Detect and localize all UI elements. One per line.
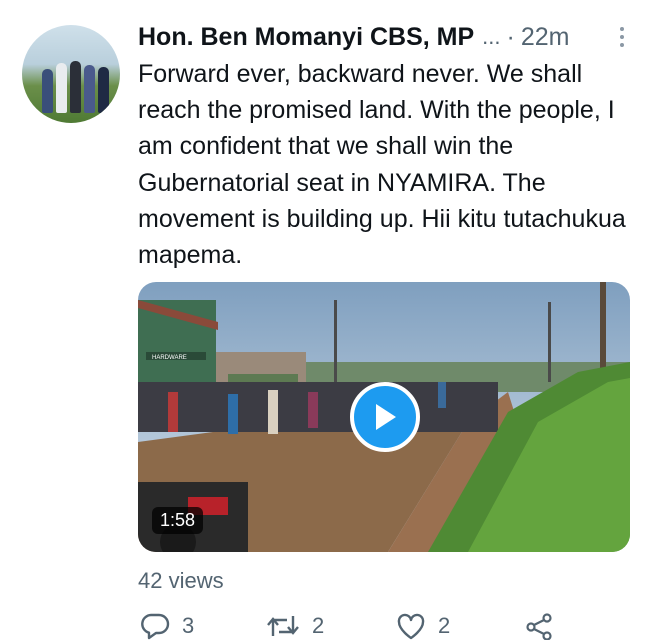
view-count[interactable]: 42 views bbox=[138, 568, 224, 594]
separator-dot: · bbox=[506, 22, 515, 51]
share-icon bbox=[526, 613, 552, 640]
like-count: 2 bbox=[438, 613, 451, 638]
play-icon bbox=[376, 404, 396, 430]
reply-icon bbox=[141, 613, 170, 640]
tweet-header: Hon. Ben Momanyi CBS, MP ... · 22m bbox=[138, 20, 638, 54]
video-player[interactable]: HARDWARE 1:58 bbox=[138, 282, 630, 552]
retweet-count: 2 bbox=[312, 613, 325, 638]
more-icon[interactable] bbox=[612, 22, 632, 52]
author-name[interactable]: Hon. Ben Momanyi CBS, MP bbox=[138, 23, 474, 52]
avatar-figure bbox=[42, 69, 53, 113]
play-button[interactable] bbox=[350, 382, 420, 452]
action-bar: 3 2 2 bbox=[138, 612, 638, 642]
timestamp[interactable]: 22m bbox=[521, 23, 570, 52]
avatar-figure bbox=[70, 61, 81, 113]
handle-truncated[interactable]: ... bbox=[482, 24, 500, 50]
tweet-text: Forward ever, backward never. We shall r… bbox=[138, 60, 626, 270]
video-duration: 1:58 bbox=[152, 507, 204, 534]
avatar-figure bbox=[84, 65, 95, 113]
retweet-button[interactable]: 2 bbox=[266, 612, 324, 640]
retweet-icon bbox=[267, 616, 299, 636]
reply-button[interactable]: 3 bbox=[140, 612, 194, 640]
avatar[interactable] bbox=[22, 25, 120, 123]
like-icon bbox=[397, 613, 425, 640]
avatar-figure bbox=[56, 63, 67, 113]
tweet[interactable]: Hon. Ben Momanyi CBS, MP ... · 22m Forwa… bbox=[0, 0, 651, 642]
reply-count: 3 bbox=[182, 613, 195, 638]
like-button[interactable]: 2 bbox=[396, 612, 450, 640]
share-button[interactable] bbox=[524, 612, 554, 640]
shop-sign: HARDWARE bbox=[152, 355, 187, 361]
avatar-figure bbox=[98, 67, 109, 113]
